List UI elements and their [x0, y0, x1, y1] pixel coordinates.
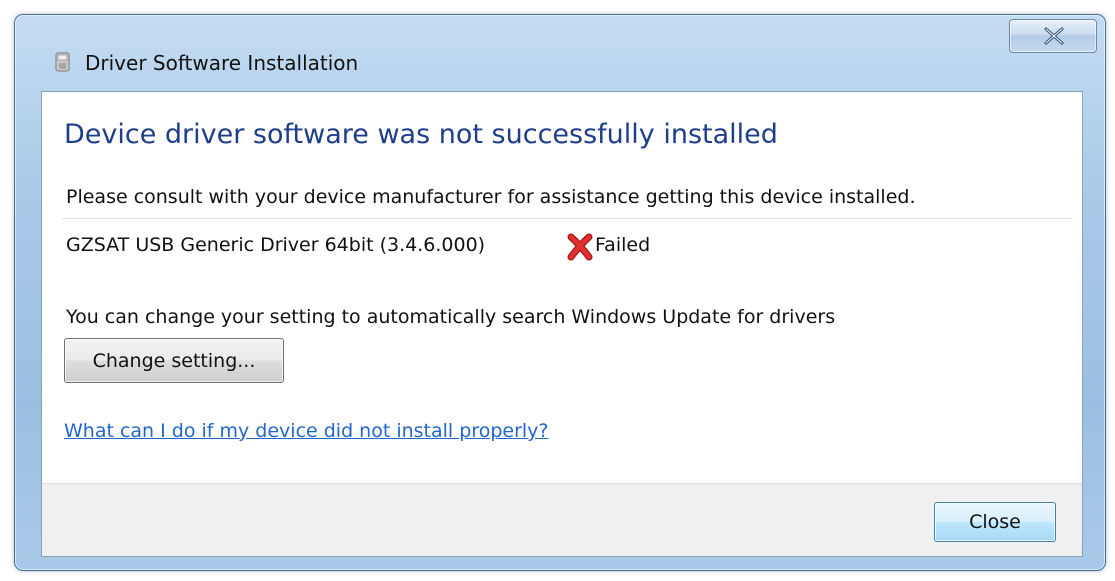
usb-device-icon	[53, 51, 73, 73]
change-setting-button[interactable]: Change setting...	[64, 338, 284, 383]
red-x-icon	[566, 233, 594, 261]
install-status: Failed	[595, 234, 651, 256]
window-title: Driver Software Installation	[85, 51, 359, 75]
update-setting-text: You can change your setting to automatic…	[66, 306, 836, 328]
dialog-content: Device driver software was not successfu…	[41, 91, 1083, 557]
divider	[62, 218, 1072, 219]
consult-instruction: Please consult with your device manufact…	[66, 186, 916, 208]
window-close-button[interactable]	[1009, 19, 1097, 53]
button-bar: Close	[42, 483, 1082, 556]
help-link[interactable]: What can I do if my device did not insta…	[64, 420, 549, 442]
driver-name: GZSAT USB Generic Driver 64bit (3.4.6.00…	[66, 234, 486, 256]
main-heading: Device driver software was not successfu…	[64, 119, 778, 150]
close-button[interactable]: Close	[934, 502, 1056, 542]
title-bar[interactable]: Driver Software Installation	[15, 15, 1105, 81]
dialog-window: Driver Software Installation Device driv…	[14, 14, 1106, 571]
close-icon	[1044, 27, 1064, 45]
